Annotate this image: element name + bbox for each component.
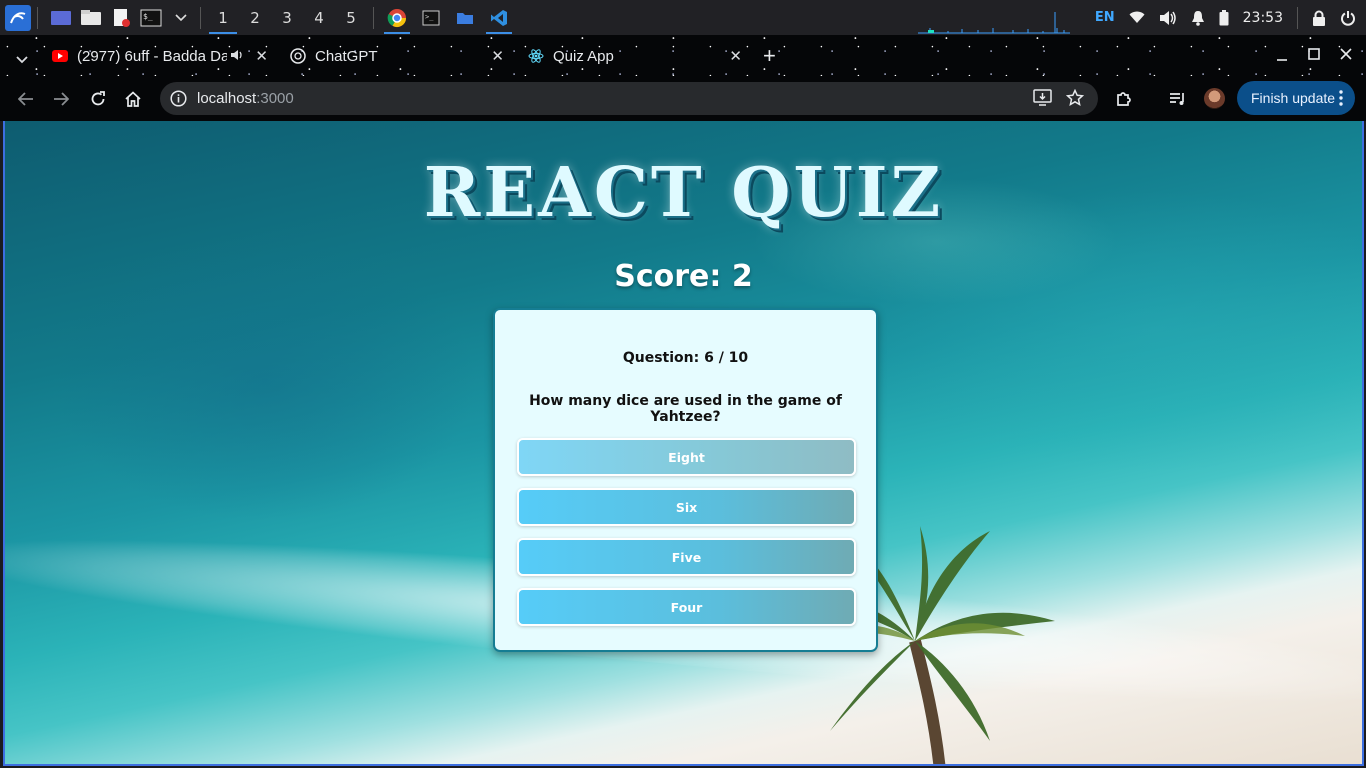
tab-chatgpt[interactable]: ChatGPT ✕ (290, 40, 504, 72)
back-arrow-icon[interactable] (15, 88, 37, 110)
tab-youtube[interactable]: (2977) 6uff - Badda Da ✕ (52, 40, 268, 72)
browser-tab-bar: (2977) 6uff - Badda Da ✕ ChatGPT ✕ Quiz … (0, 35, 1366, 76)
question-counter: Question: 6 / 10 (622, 350, 749, 366)
finish-update-button[interactable]: Finish update (1237, 81, 1355, 115)
workspace-4[interactable]: 4 (303, 0, 335, 35)
taskbar-separator (37, 6, 38, 29)
youtube-icon (52, 48, 68, 64)
question-card: Question: 6 / 10 How many dice are used … (493, 308, 878, 652)
close-icon[interactable]: ✕ (729, 47, 742, 65)
score-display: Score: 2 (614, 259, 753, 294)
question-text: How many dice are used in the game of Ya… (529, 393, 842, 425)
desktop-icon[interactable] (48, 5, 74, 31)
openai-icon (290, 48, 306, 64)
minimize-icon[interactable] (1276, 47, 1288, 66)
close-icon[interactable]: ✕ (255, 47, 268, 65)
workspace-3[interactable]: 3 (271, 0, 303, 35)
wifi-icon[interactable] (1129, 11, 1145, 24)
file-manager-icon[interactable] (78, 5, 104, 31)
bookmark-star-icon[interactable] (1065, 88, 1085, 111)
taskbar-separator (200, 6, 201, 29)
vscode-task-icon[interactable] (482, 0, 516, 35)
tab-quiz-app[interactable]: Quiz App ✕ (528, 40, 742, 72)
taskbar-separator (373, 6, 374, 29)
site-info-icon[interactable] (169, 90, 187, 108)
network-graph-icon (918, 12, 1070, 34)
maximize-icon[interactable] (1308, 45, 1320, 64)
battery-icon[interactable] (1219, 9, 1229, 26)
tab-audio-icon[interactable] (230, 48, 244, 65)
react-icon (528, 48, 544, 64)
page-viewport: REACT QUIZ Score: 2 Question: 6 / 10 How… (3, 121, 1364, 766)
lock-icon[interactable] (1312, 10, 1326, 26)
workspace-5[interactable]: 5 (335, 0, 367, 35)
system-tray: EN 23:53 (1088, 0, 1366, 35)
keyboard-language[interactable]: EN (1095, 10, 1115, 25)
chevron-down-icon[interactable] (168, 5, 194, 31)
profile-avatar[interactable] (1204, 88, 1225, 109)
close-window-icon[interactable] (1340, 45, 1352, 64)
workspace-2[interactable]: 2 (239, 0, 271, 35)
finish-update-label: Finish update (1251, 90, 1336, 106)
folder-task-icon[interactable] (448, 0, 482, 35)
answer-button-eight[interactable]: Eight (517, 438, 856, 476)
reload-icon[interactable] (87, 88, 109, 110)
terminal-task-icon[interactable]: >_ (414, 0, 448, 35)
home-icon[interactable] (122, 88, 144, 110)
workspace-1[interactable]: 1 (207, 0, 239, 35)
text-editor-icon[interactable] (108, 5, 134, 31)
answer-button-five[interactable]: Five (517, 538, 856, 576)
close-icon[interactable]: ✕ (491, 47, 504, 65)
answer-list: Eight Six Five Four (517, 438, 856, 638)
clock[interactable]: 23:53 (1243, 10, 1283, 26)
forward-arrow-icon[interactable] (50, 88, 72, 110)
url-port: :3000 (256, 90, 294, 107)
tab-search-chevron-icon[interactable] (16, 49, 28, 68)
tray-separator (1297, 6, 1298, 29)
address-bar[interactable]: localhost:3000 (160, 82, 1098, 115)
power-icon[interactable] (1340, 10, 1356, 26)
url-host: localhost (197, 90, 257, 107)
tab-title: (2977) 6uff - Badda Da (77, 47, 227, 65)
kali-menu-icon[interactable] (5, 4, 31, 31)
kebab-menu-icon[interactable] (1339, 90, 1343, 109)
system-taskbar: $_ 1 2 3 4 5 >_ EN 23:53 (0, 0, 1366, 35)
media-controls-icon[interactable] (1167, 88, 1189, 110)
page-title: REACT QUIZ (423, 153, 944, 233)
answer-button-four[interactable]: Four (517, 588, 856, 626)
url-text: localhost:3000 (197, 90, 294, 107)
browser-toolbar: localhost:3000 Finish update (0, 76, 1366, 121)
terminal-icon[interactable]: $_ (138, 5, 164, 31)
notification-bell-icon[interactable] (1191, 10, 1205, 26)
tab-title: Quiz App (553, 47, 614, 65)
tab-title: ChatGPT (315, 47, 378, 65)
svg-text:>_: >_ (425, 13, 434, 21)
install-app-icon[interactable] (1033, 89, 1052, 111)
svg-text:$_: $_ (143, 12, 153, 21)
answer-button-six[interactable]: Six (517, 488, 856, 526)
volume-icon[interactable] (1159, 10, 1177, 26)
chrome-task-icon[interactable] (380, 0, 414, 35)
new-tab-button[interactable]: + (763, 43, 776, 69)
extensions-puzzle-icon[interactable] (1113, 88, 1135, 110)
